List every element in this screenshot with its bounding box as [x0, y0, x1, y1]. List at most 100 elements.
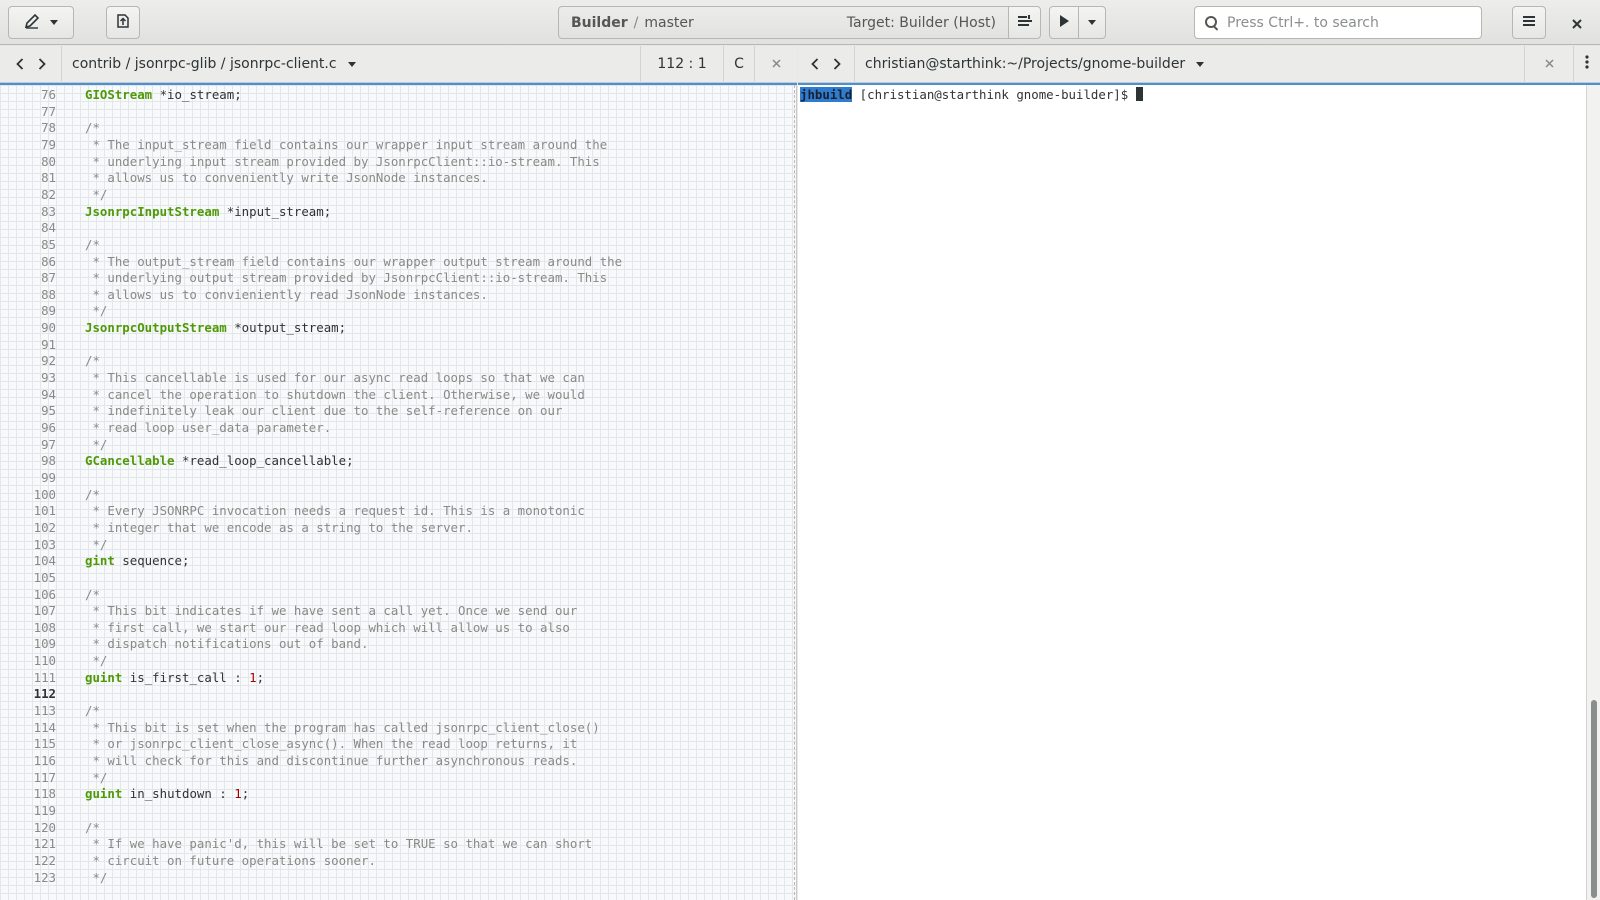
code-line: 82 */: [0, 186, 107, 203]
code-line: 81 * allows us to conveniently write Jso…: [0, 169, 488, 186]
play-icon: [1059, 14, 1069, 31]
main-menu-button[interactable]: [1512, 6, 1546, 39]
code-line: 120 /*: [0, 819, 100, 836]
pane-options-button[interactable]: [1574, 55, 1600, 73]
code-line: 88 * allows us to convieniently read Jso…: [0, 286, 488, 303]
code-line: 100 /*: [0, 486, 100, 503]
line-number: 81: [41, 170, 56, 186]
chevron-right-icon: [833, 54, 841, 75]
project-name: Builder: [571, 14, 628, 31]
export-button[interactable]: [106, 6, 140, 39]
code-text: */: [85, 769, 108, 785]
jhbuild-badge: jhbuild: [800, 87, 853, 102]
code-text: JsonrpcOutputStream *output_stream;: [85, 320, 347, 336]
run-button[interactable]: [1049, 6, 1079, 39]
code-line: 91: [0, 336, 56, 353]
code-text: * underlying input stream provided by Js…: [85, 153, 600, 169]
back-button[interactable]: [9, 54, 31, 75]
back-button[interactable]: [804, 54, 826, 75]
line-number: 115: [33, 736, 56, 752]
scrollbar-thumb[interactable]: [1591, 700, 1597, 898]
omni-bar[interactable]: Builder / master Target: Builder (Host): [558, 6, 1009, 39]
forward-button[interactable]: [826, 54, 848, 75]
source-editor[interactable]: 76 GIOStream *io_stream; 77 78/* 79 * The in…: [0, 85, 797, 900]
code-line: 108 * first call, we start our read loop…: [0, 619, 570, 636]
line-number: 82: [41, 186, 56, 202]
code-text: GCancellable *read_loop_cancellable;: [85, 453, 354, 469]
code-line: 118 guint in_shutdown : 1;: [0, 785, 250, 802]
code-line: 106 /*: [0, 586, 100, 603]
cursor-position[interactable]: 112 : 1: [641, 56, 723, 72]
build-panel-button[interactable]: [1008, 6, 1041, 39]
line-number: 88: [41, 286, 56, 302]
document-path: contrib / jsonrpc-glib / jsonrpc-client.…: [72, 56, 337, 72]
code-text: * or jsonrpc_client_close_async(). When …: [85, 736, 578, 752]
line-number: 87: [41, 270, 56, 286]
line-number: 80: [41, 153, 56, 169]
code-text: * This bit indicates if we have sent a c…: [85, 603, 578, 619]
code-line: 121 * If we have panic'd, this will be s…: [0, 835, 593, 852]
window-close-button[interactable]: [1564, 10, 1590, 36]
code-text: * If we have panic'd, this will be set t…: [85, 836, 593, 852]
code-text: * The output_stream field contains our w…: [85, 253, 623, 269]
run-options-button[interactable]: [1078, 6, 1106, 39]
code-line: 79 * The input_stream field contains our…: [0, 136, 607, 153]
terminal-view[interactable]: jhbuild [christian@starthink gnome-build…: [798, 85, 1586, 900]
code-text: * cancel the operation to shutdown the c…: [85, 386, 585, 402]
divider: [854, 45, 855, 83]
omni-separator: /: [633, 14, 639, 31]
hamburger-menu-icon: [1523, 15, 1535, 31]
code-line: 117 */: [0, 769, 108, 786]
terminal-header: christian@starthink:~/Projects/gnome-bui…: [798, 45, 1600, 85]
new-document-menu-button[interactable]: [8, 6, 74, 39]
code-line: 87 * underlying output stream provided b…: [0, 269, 607, 286]
code-text: * This cancellable is used for our async…: [85, 370, 585, 386]
code-text: */: [85, 436, 108, 452]
line-number: 99: [41, 469, 56, 485]
chevron-right-icon: [38, 54, 46, 75]
terminal-title-menu[interactable]: christian@starthink:~/Projects/gnome-bui…: [865, 56, 1205, 72]
line-number: 118: [33, 786, 56, 802]
code-line: 114 * This bit is set when the program h…: [0, 719, 600, 736]
code-text: JsonrpcInputStream *input_stream;: [85, 203, 332, 219]
line-number: 89: [41, 303, 56, 319]
code-line: 77: [0, 103, 56, 120]
document-path-menu[interactable]: contrib / jsonrpc-glib / jsonrpc-client.…: [72, 56, 356, 72]
language-selector[interactable]: C: [724, 56, 754, 72]
search-entry[interactable]: Press Ctrl+. to search: [1194, 6, 1482, 39]
code-line: 103 */: [0, 536, 108, 553]
line-number: 91: [41, 336, 56, 352]
close-terminal-button[interactable]: [1525, 56, 1573, 72]
forward-button[interactable]: [31, 54, 53, 75]
close-icon: [1544, 56, 1554, 72]
code-text: * allows us to conveniently write JsonNo…: [85, 170, 488, 186]
code-text: guint in_shutdown : 1;: [85, 786, 250, 802]
line-number: 98: [41, 453, 56, 469]
search-icon: [1205, 15, 1219, 30]
close-icon: [1572, 14, 1582, 33]
code-text: */: [85, 186, 108, 202]
document-export-icon: [116, 13, 130, 33]
code-text: guint is_first_call : 1;: [85, 669, 265, 685]
line-number: 95: [41, 403, 56, 419]
line-number: 100: [33, 486, 56, 502]
code-line: 83 JsonrpcInputStream *input_stream;: [0, 203, 331, 220]
code-line: 104 gint sequence;: [0, 552, 190, 569]
code-text: * allows us to convieniently read JsonNo…: [85, 286, 488, 302]
line-number: 77: [41, 103, 56, 119]
line-number: 108: [33, 619, 56, 635]
terminal-title: christian@starthink:~/Projects/gnome-bui…: [865, 56, 1186, 72]
code-line: 112: [0, 685, 56, 702]
chevron-down-icon: [347, 61, 356, 67]
code-line: 119: [0, 802, 56, 819]
chevron-down-icon: [50, 20, 58, 25]
line-number: 90: [41, 320, 56, 336]
code-line: 123 */: [0, 869, 108, 886]
terminal-scrollbar[interactable]: [1586, 85, 1600, 900]
code-line: 97 */: [0, 436, 107, 453]
close-document-button[interactable]: [755, 56, 797, 72]
code-line: 90 JsonrpcOutputStream *output_stream;: [0, 319, 346, 336]
code-text: * will check for this and discontinue fu…: [85, 753, 578, 768]
code-line: 85 /*: [0, 236, 100, 253]
code-line: 116 * will check for this and discontinu…: [0, 752, 578, 769]
